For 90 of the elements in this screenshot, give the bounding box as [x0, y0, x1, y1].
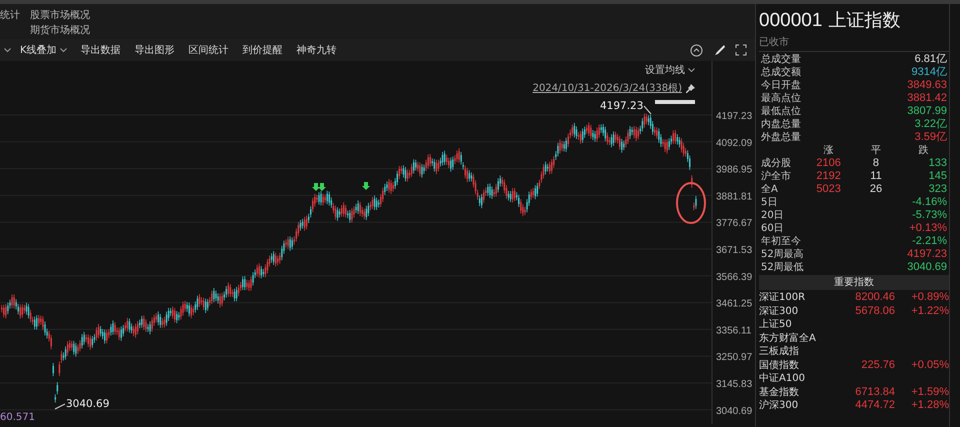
stat-label: 52周最低 — [761, 260, 804, 274]
column-header: 跌 — [917, 144, 930, 156]
stat-label: 52周最高 — [761, 248, 804, 260]
index-value: 6713.84 — [854, 386, 895, 398]
column-header: 平 — [870, 144, 882, 156]
table-cell-text: 133 — [928, 156, 947, 168]
axis-label: 3881.81 — [716, 191, 752, 202]
toolbar-button[interactable]: 区间统计 — [184, 43, 234, 57]
index-value: 225.76 — [860, 358, 895, 370]
stat-value: 9314亿 — [912, 65, 947, 79]
axis-label: 4092.09 — [716, 138, 752, 149]
stat-label: 60日 — [761, 222, 784, 234]
axis-label: 4197.23 — [716, 111, 752, 122]
stat-value: 3849.63 — [907, 78, 947, 90]
stat-value: +0.13% — [909, 222, 947, 234]
table-cell-text: 145 — [928, 170, 947, 182]
index-change: +0.89% — [910, 291, 949, 303]
toolbar-button[interactable]: 到价提醒 — [238, 43, 288, 57]
table-cell-text: 8 — [872, 156, 880, 168]
stock-name: 上证指数 — [828, 9, 900, 32]
axis-label: 3250.97 — [716, 352, 752, 364]
stat-value: 3.22亿 — [914, 117, 947, 131]
index-name[interactable]: 基金指数 — [759, 384, 837, 398]
high-price-label: 4197.23 — [600, 100, 644, 112]
axis-label: 3145.83 — [716, 379, 752, 390]
stat-value: 3040.69 — [907, 260, 947, 272]
axis-label: 3671.53 — [716, 245, 752, 256]
stat-label: 内盘总量 — [761, 118, 801, 130]
column-header: 涨 — [822, 144, 835, 156]
stat-value: -4.16% — [912, 196, 947, 208]
index-change: +1.59% — [910, 386, 949, 398]
axis-label: 3461.25 — [716, 298, 752, 310]
index-name[interactable]: 上证50 — [759, 317, 837, 331]
menu-item[interactable]: 期货市场概况 — [30, 22, 90, 36]
table-cell-text: 2106 — [815, 156, 842, 168]
index-change: +1.28% — [910, 399, 949, 411]
table-cell-text: 2192 — [815, 170, 842, 182]
index-name[interactable]: 中证A100 — [759, 371, 837, 385]
low-price-label: 3040.69 — [66, 398, 110, 410]
axis-label: 3566.39 — [716, 272, 752, 283]
index-change: +1.22% — [910, 304, 949, 316]
section-header: 重要指数 — [759, 275, 949, 290]
table-cell-text: 26 — [868, 182, 884, 194]
axis-label: 3776.67 — [716, 218, 752, 230]
index-name[interactable]: 三板成指 — [759, 344, 837, 358]
stat-label: 外盘总量 — [761, 130, 801, 144]
axis-label: 3356.11 — [716, 325, 752, 336]
stat-label: 今日开盘 — [761, 78, 801, 92]
index-name[interactable]: 深证300 — [759, 304, 837, 318]
stat-label: 20日 — [761, 208, 784, 222]
stat-value: -5.73% — [912, 208, 947, 220]
index-value: 5678.06 — [854, 304, 895, 316]
table-cell-text: 323 — [928, 182, 947, 194]
date-range-link[interactable]: 2024/10/31-2026/3/24(338根) — [532, 81, 682, 95]
stat-label: 最高点位 — [761, 92, 801, 104]
index-name[interactable]: 深证100R — [759, 290, 837, 304]
stat-label: 年初至今 — [761, 234, 801, 248]
stat-value: 3.59亿 — [914, 130, 947, 144]
stat-value: 4197.23 — [907, 248, 947, 260]
stat-value: 3881.42 — [907, 92, 947, 104]
axis-label: 3040.69 — [716, 406, 752, 417]
menu-item[interactable]: 统计 — [0, 8, 30, 22]
index-name[interactable]: 沪深300 — [759, 398, 837, 412]
indicator-value: 60.571 — [0, 412, 35, 423]
row-label: 沪全市 — [761, 170, 792, 182]
row-label: 成分股 — [761, 156, 792, 170]
ma-settings-dropdown[interactable]: 设置均线 — [645, 63, 695, 77]
toolbar-button[interactable]: 导出图形 — [130, 43, 180, 57]
stat-value: 6.81亿 — [914, 52, 947, 66]
index-value: 4474.72 — [854, 399, 895, 411]
table-cell-text: 11 — [869, 170, 883, 182]
toolbar-button[interactable]: K线叠加 — [15, 43, 72, 57]
stat-label: 5日 — [761, 196, 778, 208]
index-change: +0.05% — [910, 358, 949, 370]
table-cell-text: 5023 — [815, 182, 842, 194]
stat-label: 总成交量 — [761, 52, 801, 66]
stat-label: 总成交额 — [761, 66, 801, 78]
stat-label: 最低点位 — [761, 104, 801, 118]
stat-value: 3807.99 — [907, 104, 947, 116]
menu-item[interactable]: 股票市场概况 — [30, 8, 90, 22]
row-label: 全A — [761, 182, 779, 196]
toolbar-button[interactable]: 导出数据 — [76, 43, 126, 57]
toolbar-button[interactable]: 神奇九转 — [292, 43, 342, 57]
stock-code: 000001 — [759, 10, 822, 32]
axis-label: 3986.95 — [716, 164, 752, 176]
market-status: 已收市 — [759, 35, 949, 52]
stat-value: -2.21% — [912, 234, 947, 246]
index-value: 8200.46 — [854, 291, 895, 303]
index-name[interactable]: 东方财富全A — [759, 330, 837, 344]
index-name[interactable]: 国债指数 — [759, 358, 837, 372]
